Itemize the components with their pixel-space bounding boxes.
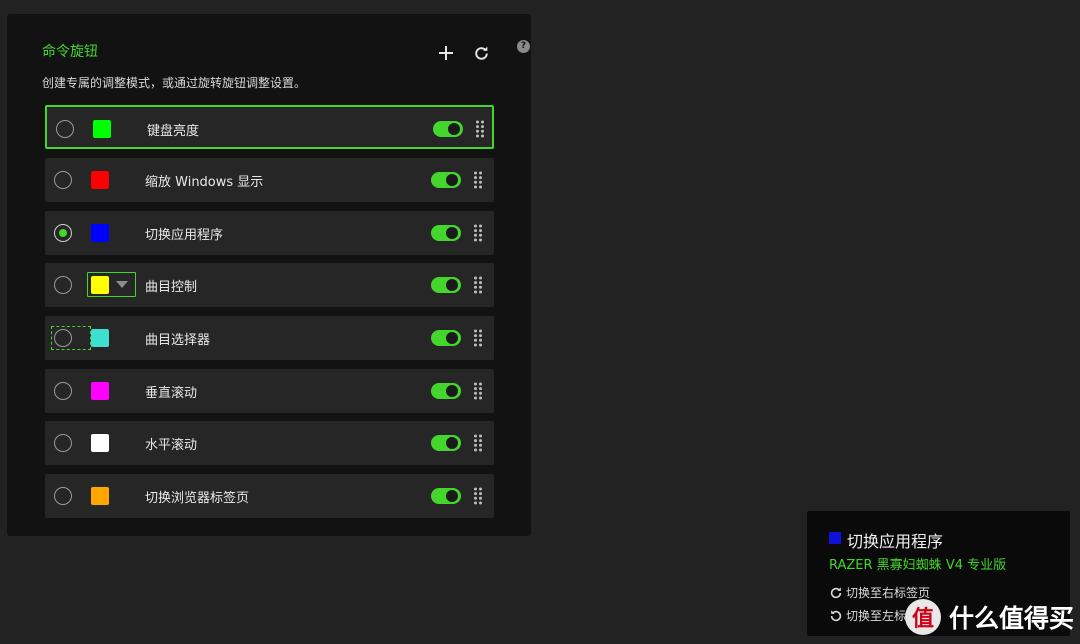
command-toggle[interactable] [431,277,461,293]
command-color-swatch [91,276,109,294]
command-toggle[interactable] [431,383,461,399]
command-toggle[interactable] [431,330,461,346]
drag-handle-icon[interactable] [473,276,483,294]
watermark-text: 什么值得买 [949,604,1075,633]
add-command-button[interactable] [435,42,457,64]
help-icon[interactable]: ? [517,40,530,53]
reset-commands-button[interactable] [470,42,492,64]
drag-handle-icon[interactable] [473,487,483,505]
command-radio[interactable] [54,434,72,452]
command-radio[interactable] [54,487,72,505]
command-color-swatch[interactable] [93,120,111,138]
command-row-vertical-scroll[interactable]: 垂直滚动 [45,369,494,413]
panel-description: 创建专属的调整模式，或通过旋转旋钮调整设置。 [42,76,307,90]
command-label: 切换浏览器标签页 [145,491,250,506]
command-row-keyboard-brightness[interactable]: 键盘亮度 [45,105,494,149]
command-toggle[interactable] [431,435,461,451]
watermark: 值 什么值得买 [905,599,1074,635]
command-toggle[interactable] [431,225,461,241]
command-toggle[interactable] [431,172,461,188]
refresh-icon [474,46,488,60]
watermark-logo: 值 [905,599,941,635]
command-radio[interactable] [54,329,72,347]
command-color-swatch[interactable] [91,382,109,400]
command-color-swatch[interactable] [91,329,109,347]
command-color-swatch[interactable] [91,171,109,189]
command-row-track-selector[interactable]: 曲目选择器 [45,316,494,360]
command-label: 垂直滚动 [145,386,198,401]
rotate-ccw-icon [830,609,842,621]
plus-icon [439,46,453,60]
toast-title: 切换应用程序 [847,532,944,551]
command-radio[interactable] [54,382,72,400]
drag-handle-icon[interactable] [473,171,483,189]
toast-device-name: RAZER 黑寡妇蜘蛛 V4 专业版 [829,558,1007,573]
command-row-track-control[interactable]: 曲目控制 [45,263,494,307]
command-label: 水平滚动 [145,438,198,453]
command-row-switch-app[interactable]: 切换应用程序 [45,211,494,255]
rotate-cw-icon [830,586,842,598]
command-row-switch-browser-tab[interactable]: 切换浏览器标签页 [45,474,494,518]
color-picker-dropdown[interactable] [87,272,136,297]
drag-handle-icon[interactable] [475,120,485,138]
drag-handle-icon[interactable] [473,329,483,347]
command-label: 键盘亮度 [147,124,200,139]
drag-handle-icon[interactable] [473,434,483,452]
command-toggle[interactable] [433,121,463,137]
chevron-down-icon [116,281,128,288]
command-color-swatch[interactable] [91,434,109,452]
drag-handle-icon[interactable] [473,382,483,400]
command-label: 曲目选择器 [145,333,211,348]
panel-title: 命令旋钮 [42,44,98,60]
command-color-swatch[interactable] [91,224,109,242]
command-row-windows-zoom[interactable]: 缩放 Windows 显示 [45,158,494,202]
command-row-horizontal-scroll[interactable]: 水平滚动 [45,421,494,465]
command-radio[interactable] [56,120,74,138]
toast-color-swatch [829,532,841,544]
command-toggle[interactable] [431,488,461,504]
command-label: 曲目控制 [145,280,198,295]
command-color-swatch[interactable] [91,487,109,505]
command-radio[interactable] [54,171,72,189]
command-label: 切换应用程序 [145,228,224,243]
command-label: 缩放 Windows 显示 [145,175,264,190]
command-dial-panel: ? 命令旋钮 创建专属的调整模式，或通过旋转旋钮调整设置。 键盘亮度 缩放 Wi… [7,14,531,536]
command-radio-checked[interactable] [54,224,72,242]
drag-handle-icon[interactable] [473,224,483,242]
command-radio[interactable] [54,276,72,294]
